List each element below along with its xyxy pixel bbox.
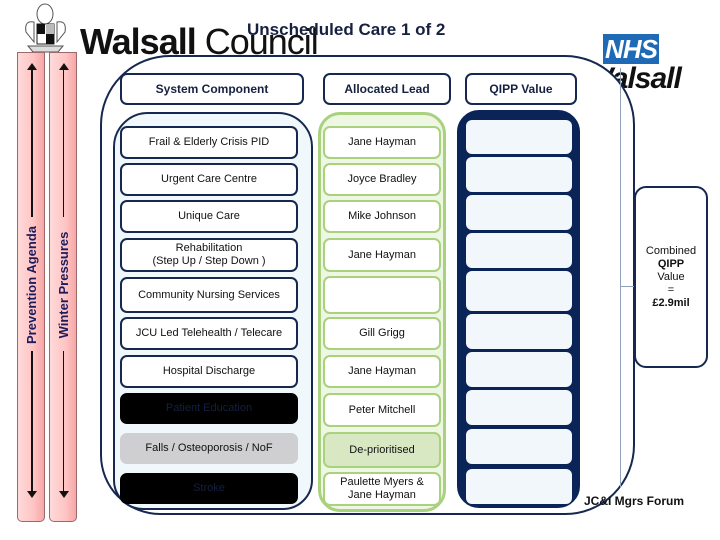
allocated-lead-cell: Joyce Bradley [323,163,441,196]
allocated-lead-cell: Gill Grigg [323,317,441,350]
system-component-cell: Urgent Care Centre [120,163,298,196]
qipp-value-cell [466,390,572,425]
connector-bracket [620,68,621,488]
combined-amount: £2.9mil [652,296,690,309]
header-allocated-lead: Allocated Lead [323,73,451,105]
allocated-lead-cell: Mike Johnson [323,200,441,233]
system-component-cell: JCU Led Telehealth / Telecare [120,317,298,350]
system-component-cell: Falls / Osteoporosis / NoF [120,433,298,464]
system-component-cell: Unique Care [120,200,298,233]
allocated-lead-cell: Jane Hayman [323,126,441,159]
combined-qipp: QIPP [657,257,685,270]
system-component-cell: Rehabilitation (Step Up / Step Down ) [120,238,298,272]
system-component-cell: Patient Education [120,393,298,424]
arrow-down-icon [27,491,37,498]
allocated-lead-cell: Peter Mitchell [323,393,441,427]
allocated-lead-cell: Jane Hayman [323,238,441,272]
sidebar-label: Winter Pressures [56,231,71,339]
qipp-value-cell [466,120,572,154]
qipp-value-cell [466,195,572,230]
header-system-component: System Component [120,73,304,105]
arrow-line [63,351,64,491]
qipp-value-cell [466,314,572,349]
nhs-badge: NHS [603,34,659,64]
combined-value-label: Value [657,270,685,283]
page-title: Unscheduled Care 1 of 2 [247,20,446,39]
qipp-value-cell [466,429,572,464]
combined-equals: = [667,283,675,296]
qipp-value-cell [466,271,572,311]
qipp-value-cell [466,157,572,192]
header-qipp-value: QIPP Value [465,73,577,105]
arrow-up-icon [59,63,69,70]
arrow-line [63,69,64,217]
combined-label: Combined [645,244,697,257]
combined-qipp-value: Combined QIPP Value = £2.9mil [634,186,708,368]
system-component-cell: Stroke [120,473,298,504]
qipp-value-cell [466,469,572,504]
qipp-value-cell [466,233,572,268]
arrow-line [31,69,33,217]
connector-tick [620,286,634,287]
allocated-lead-cell: Jane Hayman [323,355,441,388]
allocated-lead-cell: Paulette Myers & Jane Hayman [323,472,441,506]
sidebar-label: Prevention Agenda [24,226,39,344]
system-component-cell: Community Nursing Services [120,277,298,313]
system-component-cell: Frail & Elderly Crisis PID [120,126,298,159]
arrow-line [31,351,33,491]
allocated-lead-cell [323,276,441,314]
sidebar-prevention-agenda: Prevention Agenda [17,52,45,522]
system-component-cell: Hospital Discharge [120,355,298,388]
qipp-value-cell [466,352,572,387]
arrow-down-icon [59,491,69,498]
footer-label: JC&I Mgrs Forum [584,494,685,508]
sidebar-winter-pressures: Winter Pressures [49,52,77,522]
council-crest-icon [25,3,66,53]
allocated-lead-cell: De-prioritised [323,432,441,468]
